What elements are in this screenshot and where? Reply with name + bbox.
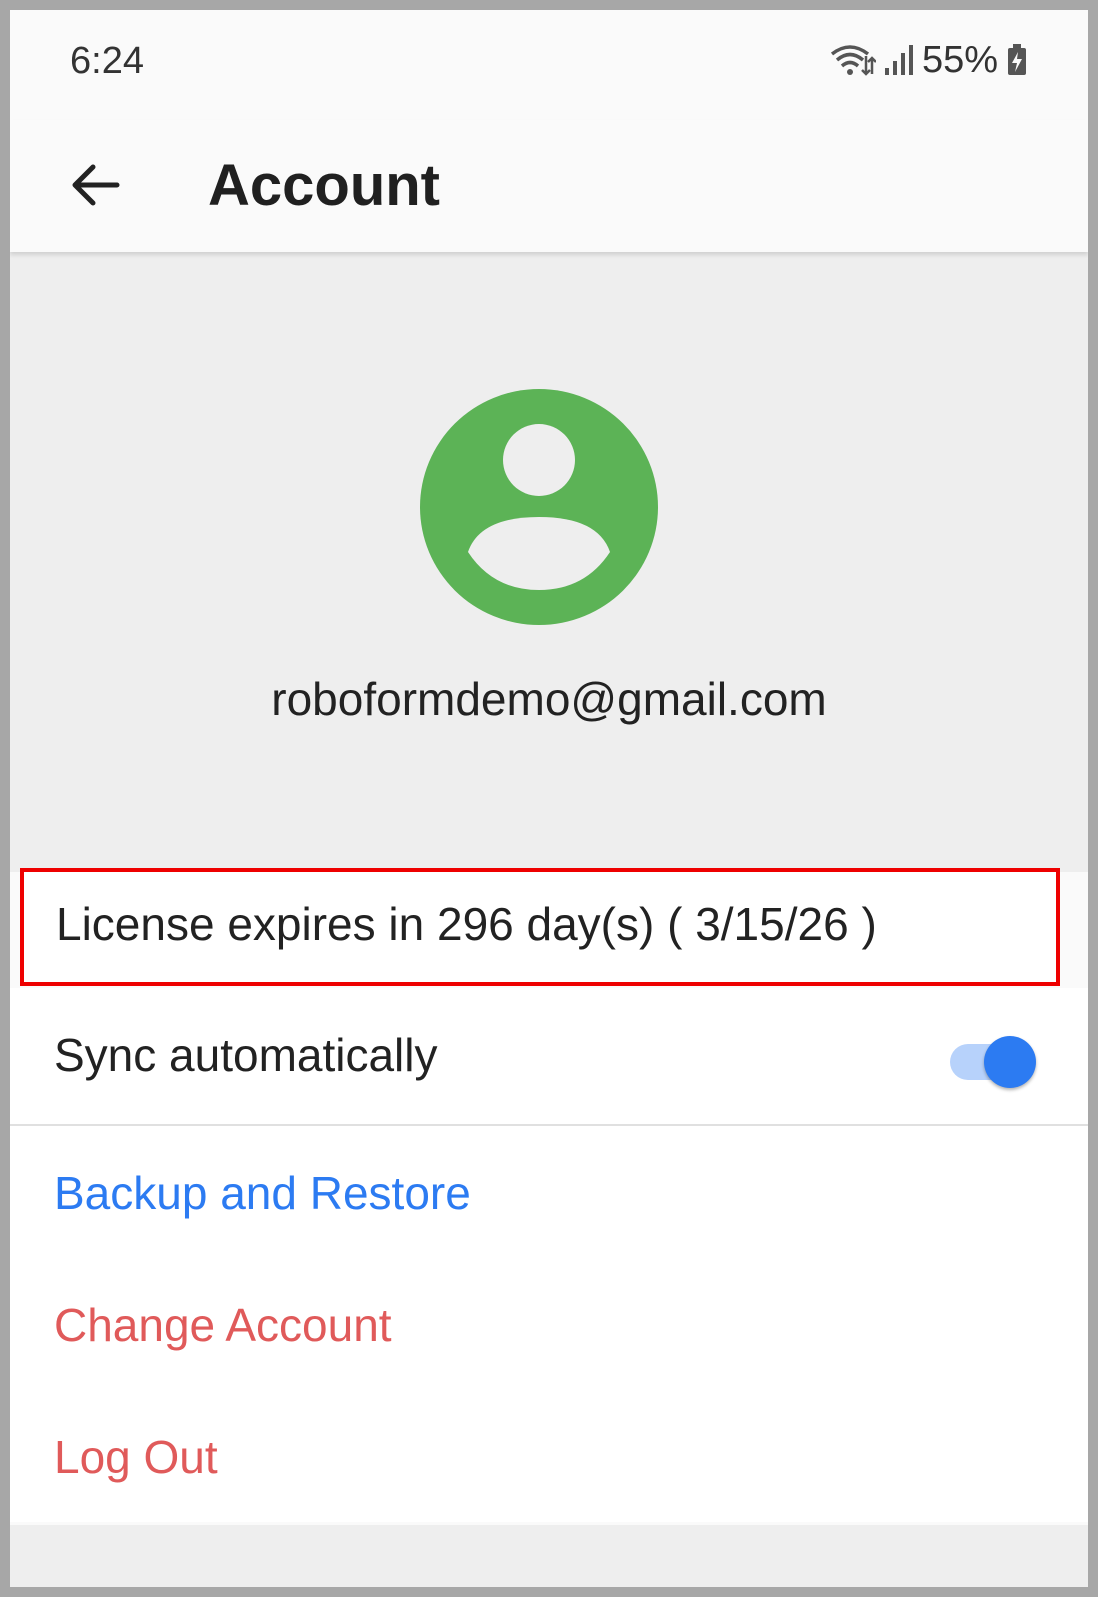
sync-toggle[interactable]: [940, 1036, 1036, 1088]
battery-percentage: 55%: [921, 38, 998, 81]
license-expiry-text: License expires in 296 day(s) ( 3/15/26 …: [56, 898, 877, 950]
account-circle-icon: [420, 389, 658, 625]
log-out-link[interactable]: Log Out: [54, 1430, 218, 1484]
sync-setting-row: Sync automatically: [10, 988, 1088, 1126]
wifi-data-icon: [830, 45, 876, 76]
status-bar: 6:24 55%: [10, 10, 1088, 120]
battery-charging-icon: [1008, 44, 1026, 75]
sync-label: Sync automatically: [54, 1029, 438, 1081]
backup-restore-row[interactable]: Backup and Restore: [10, 1126, 1088, 1258]
license-info: License expires in 296 day(s) ( 3/15/26 …: [20, 868, 1060, 986]
log-out-row[interactable]: Log Out: [10, 1390, 1088, 1522]
profile-header: roboformdemo@gmail.com: [10, 252, 1088, 872]
backup-restore-link[interactable]: Backup and Restore: [54, 1166, 471, 1220]
toggle-thumb: [984, 1036, 1036, 1088]
change-account-link[interactable]: Change Account: [54, 1298, 392, 1352]
page-title: Account: [208, 153, 440, 218]
back-button[interactable]: [54, 144, 136, 226]
phone-screen: 6:24 55% Account roboformdemo@gmail.com …: [0, 0, 1098, 1597]
app-bar: Account: [10, 120, 1088, 252]
status-icons: 55%: [830, 36, 1028, 84]
change-account-row[interactable]: Change Account: [10, 1258, 1088, 1390]
status-time: 6:24: [70, 40, 144, 82]
arrow-left-icon: [72, 164, 120, 206]
bottom-spacer: [10, 1525, 1088, 1587]
cell-signal-icon: [884, 45, 913, 75]
account-email: roboformdemo@gmail.com: [271, 673, 827, 725]
